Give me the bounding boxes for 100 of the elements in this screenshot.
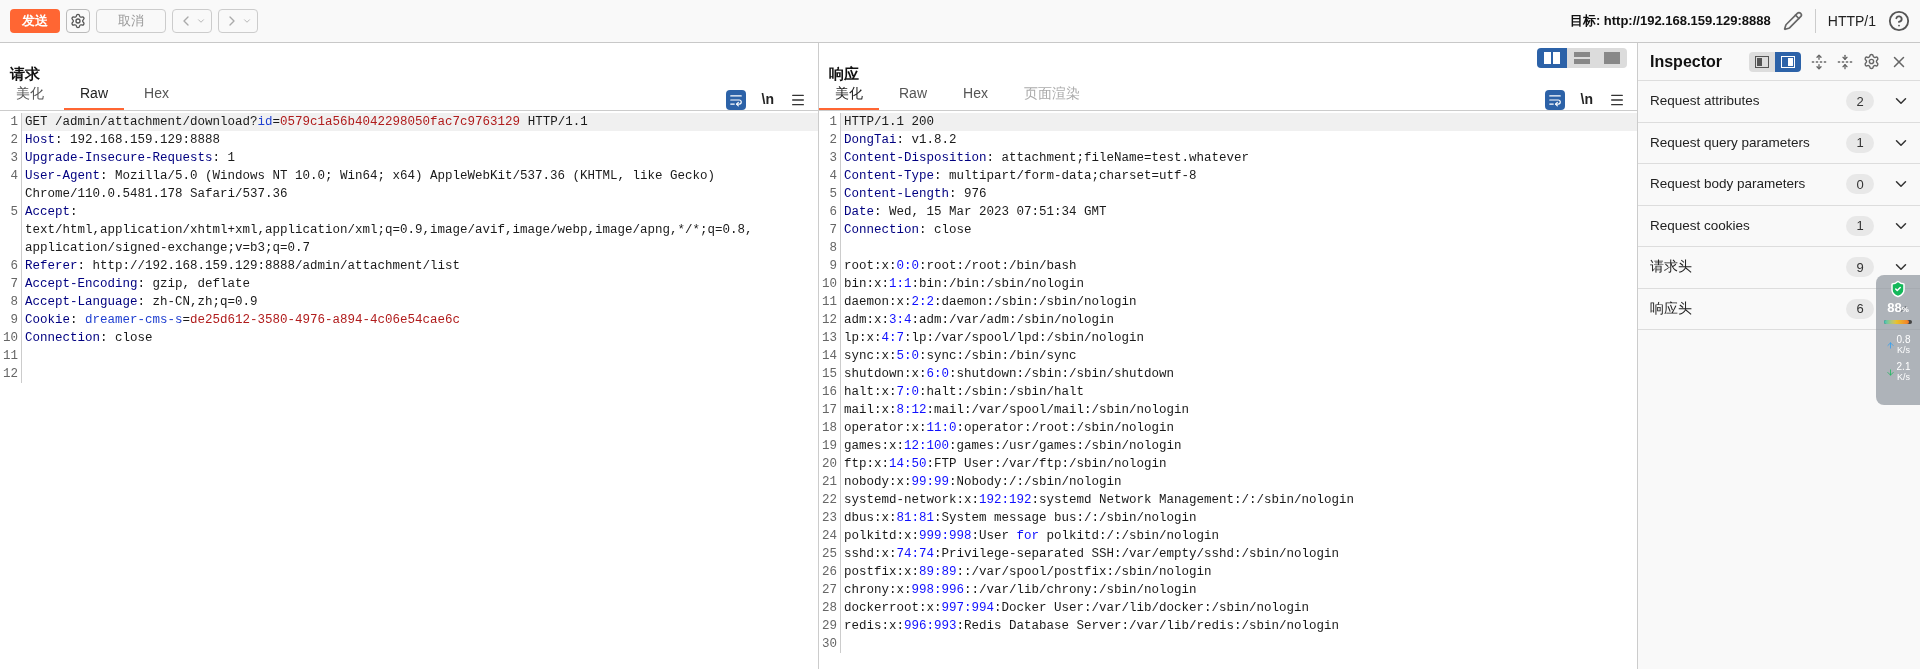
line-number: 1 bbox=[10, 115, 18, 129]
code-line: dockerroot:x:997:994:Docker User:/var/lib/docker:/sbin/nologin bbox=[844, 601, 1310, 615]
code-line: Connection: close bbox=[844, 223, 972, 237]
code-line: Content-Type: multipart/form-data;charset=utf-8 bbox=[844, 169, 1197, 183]
line-number: 12 bbox=[822, 313, 837, 327]
line-number: 3 bbox=[829, 151, 837, 165]
count-badge: 6 bbox=[1846, 298, 1874, 319]
code-line: shutdown:x:6:0:shutdown:/sbin:/sbin/shutdown bbox=[844, 367, 1175, 381]
line-number: 21 bbox=[822, 475, 837, 489]
percent-text: 88% bbox=[1887, 300, 1909, 317]
code-line: root:x:0:0:root:/root:/bin/bash bbox=[844, 259, 1077, 273]
code-line: sshd:x:74:74:Privilege-separated SSH:/var/empty/sshd:/sbin/nologin bbox=[844, 547, 1340, 561]
line-number: 13 bbox=[822, 331, 837, 345]
code-line: chrony:x:998:996::/var/lib/chrony:/sbin/nologin bbox=[844, 583, 1197, 597]
line-number: 20 bbox=[822, 457, 837, 471]
line-number: 26 bbox=[822, 565, 837, 579]
line-number: 30 bbox=[822, 637, 837, 651]
editor-tab[interactable]: Hex bbox=[128, 83, 185, 110]
line-number: 15 bbox=[822, 367, 837, 381]
code-line: Accept: bbox=[25, 205, 78, 219]
code-line: Cookie: dreamer-cms-s=de25d612-3580-4976-a894-4c06e54cae6c bbox=[25, 313, 461, 327]
code-line: ftp:x:14:50:FTP User:/var/ftp:/sbin/nologin bbox=[844, 457, 1167, 471]
editor-tab[interactable]: 美化 bbox=[819, 83, 879, 110]
line-number: 5 bbox=[829, 187, 837, 201]
code-line: postfix:x:89:89::/var/spool/postfix:/sbin/nologin bbox=[844, 565, 1212, 579]
line-number: 5 bbox=[10, 205, 18, 219]
editor-tab[interactable]: Hex bbox=[947, 83, 1004, 110]
count-badge: 9 bbox=[1846, 257, 1874, 278]
inspector-section[interactable]: Request attributes 2 bbox=[1638, 81, 1920, 123]
inspector-section[interactable]: Request cookies 1 bbox=[1638, 205, 1920, 247]
code-line: redis:x:996:993:Redis Database Server:/var/lib/redis:/sbin/nologin bbox=[844, 619, 1340, 633]
upload-rate: 0.8 K/s bbox=[1896, 334, 1911, 356]
line-number: 2 bbox=[10, 133, 18, 147]
line-number: 28 bbox=[822, 601, 837, 615]
code-line: nobody:x:99:99:Nobody:/:/sbin/nologin bbox=[844, 475, 1122, 489]
code-line: User-Agent: Mozilla/5.0 (Windows NT 10.0; Win64; x64) AppleWebKit/537.36 (KHTML, like Gecko) bbox=[25, 169, 716, 183]
code-line: text/html,application/xhtml+xml,application/xml;q=0.9,image/avif,image/webp,image/apng,*/*;q=0.8, bbox=[25, 223, 753, 237]
line-number: 9 bbox=[10, 313, 18, 327]
line-number: 16 bbox=[822, 385, 837, 399]
code-line: Content-Length: 976 bbox=[844, 187, 987, 201]
line-number: 19 bbox=[822, 439, 837, 453]
panel-title: 响应 bbox=[829, 63, 859, 84]
code-line: polkitd:x:999:998:User for polkitd:/:/sbin/nologin bbox=[844, 529, 1220, 543]
line-number: 6 bbox=[10, 259, 18, 273]
editor-tab[interactable]: Raw bbox=[883, 83, 943, 110]
line-number: 25 bbox=[822, 547, 837, 561]
line-number: 10 bbox=[3, 331, 18, 345]
code-line: adm:x:3:4:adm:/var/adm:/sbin/nologin bbox=[844, 313, 1115, 327]
protocol-text[interactable]: HTTP/1 bbox=[1827, 10, 1876, 32]
inspector-section[interactable]: Request query parameters 1 bbox=[1638, 122, 1920, 164]
code-line: halt:x:7:0:halt:/sbin:/sbin/halt bbox=[844, 385, 1085, 399]
line-number: 8 bbox=[829, 241, 837, 255]
line-number: 8 bbox=[10, 295, 18, 309]
line-number: 11 bbox=[3, 349, 18, 363]
code-line: sync:x:5:0:sync:/sbin:/bin/sync bbox=[844, 349, 1077, 363]
inspector-title: Inspector bbox=[1650, 51, 1722, 72]
code-line: Accept-Encoding: gzip, deflate bbox=[25, 277, 251, 291]
line-number: 14 bbox=[822, 349, 837, 363]
newline-toggle[interactable]: \n bbox=[761, 89, 774, 110]
code-line: lp:x:4:7:lp:/var/spool/lpd:/sbin/nologin bbox=[844, 331, 1145, 345]
line-number: 17 bbox=[822, 403, 837, 417]
panel-title: 请求 bbox=[10, 63, 40, 84]
code-line: dbus:x:81:81:System message bus:/:/sbin/nologin bbox=[844, 511, 1197, 525]
code-line: Host: 192.168.159.129:8888 bbox=[25, 133, 221, 147]
code-line: operator:x:11:0:operator:/root:/sbin/nologin bbox=[844, 421, 1175, 435]
line-number: 27 bbox=[822, 583, 837, 597]
code-line: Chrome/110.0.5481.178 Safari/537.36 bbox=[25, 187, 288, 201]
code-line: HTTP/1.1 200 bbox=[844, 115, 934, 129]
line-number: 24 bbox=[822, 529, 837, 543]
code-line: application/signed-exchange;v=b3;q=0.7 bbox=[25, 241, 311, 255]
target-text: 目标: http://192.168.159.129:8888 bbox=[1569, 12, 1771, 31]
code-line: daemon:x:2:2:daemon:/sbin:/sbin/nologin bbox=[844, 295, 1137, 309]
count-badge: 0 bbox=[1846, 174, 1874, 195]
line-number: 4 bbox=[10, 169, 18, 183]
download-rate: 2.1 K/s bbox=[1896, 361, 1911, 383]
code-line: DongTai: v1.8.2 bbox=[844, 133, 957, 147]
line-number: 2 bbox=[829, 133, 837, 147]
line-number: 9 bbox=[829, 259, 837, 273]
code-line: Upgrade-Insecure-Requests: 1 bbox=[25, 151, 236, 165]
code-line: Accept-Language: zh-CN,zh;q=0.9 bbox=[25, 295, 258, 309]
line-number: 18 bbox=[822, 421, 837, 435]
editor-tab[interactable]: 美化 bbox=[0, 83, 60, 110]
line-number: 12 bbox=[3, 367, 18, 381]
line-number: 1 bbox=[829, 115, 837, 129]
code-line: Connection: close bbox=[25, 331, 153, 345]
code-line: games:x:12:100:games:/usr/games:/sbin/nologin bbox=[844, 439, 1182, 453]
line-number: 23 bbox=[822, 511, 837, 525]
line-number: 4 bbox=[829, 169, 837, 183]
line-number: 11 bbox=[822, 295, 837, 309]
code-line: bin:x:1:1:bin:/bin:/sbin/nologin bbox=[844, 277, 1085, 291]
code-line: Referer: http://192.168.159.129:8888/admin/attachment/list bbox=[25, 259, 461, 273]
newline-toggle[interactable]: \n bbox=[1580, 89, 1593, 110]
count-badge: 2 bbox=[1846, 91, 1874, 112]
code-line: Content-Disposition: attachment;fileName=test.whatever bbox=[844, 151, 1250, 165]
inspector-section[interactable]: Request body parameters 0 bbox=[1638, 164, 1920, 206]
code-line: systemd-network:x:192:192:systemd Network Management:/:/sbin/nologin bbox=[844, 493, 1355, 507]
editor-tab[interactable]: Raw bbox=[64, 83, 124, 110]
line-number: 7 bbox=[829, 223, 837, 237]
code-line: mail:x:8:12:mail:/var/spool/mail:/sbin/nologin bbox=[844, 403, 1190, 417]
line-number: 29 bbox=[822, 619, 837, 633]
